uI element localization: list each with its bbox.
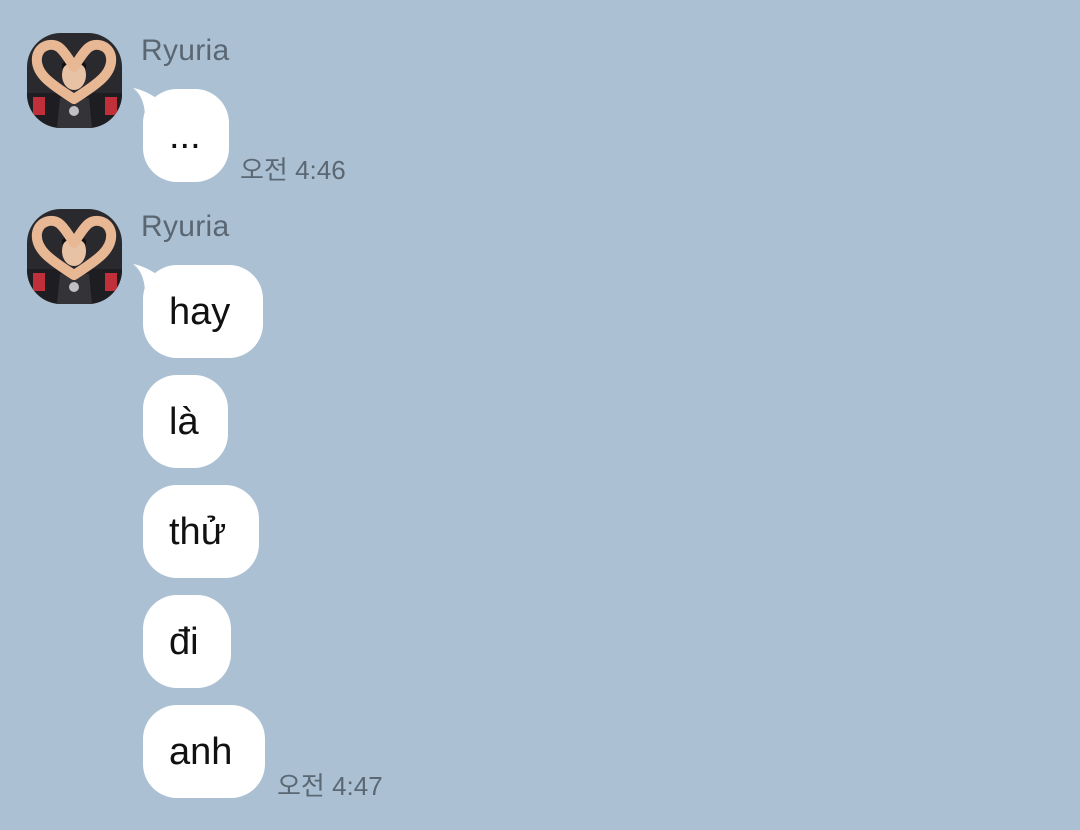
sender-avatar[interactable] — [27, 209, 122, 304]
message-text: là — [169, 400, 199, 443]
message-bubble[interactable]: anh — [143, 705, 265, 798]
message-text: thử — [169, 510, 227, 553]
sender-name: Ryuria — [141, 34, 230, 67]
message-timestamp: 오전 4:47 — [277, 771, 383, 801]
message-bubble[interactable]: là — [143, 375, 228, 468]
message-bubble[interactable]: đi — [143, 595, 231, 688]
message-bubble[interactable]: hay — [143, 265, 263, 358]
sender-avatar[interactable] — [27, 33, 122, 128]
message-bubble[interactable]: thử — [143, 485, 259, 578]
chat-view: Ryuria ... 오전 4:46 Ryuria hay là thử đi — [0, 0, 1080, 830]
message-text: đi — [169, 620, 199, 663]
message-text: hay — [169, 290, 231, 333]
avatar-image — [27, 209, 122, 304]
message-text: ... — [169, 114, 201, 157]
message-text: anh — [169, 730, 233, 773]
message-timestamp: 오전 4:46 — [240, 155, 346, 185]
message-bubble[interactable]: ... — [143, 89, 229, 182]
avatar-image — [27, 33, 122, 128]
sender-name: Ryuria — [141, 210, 230, 243]
